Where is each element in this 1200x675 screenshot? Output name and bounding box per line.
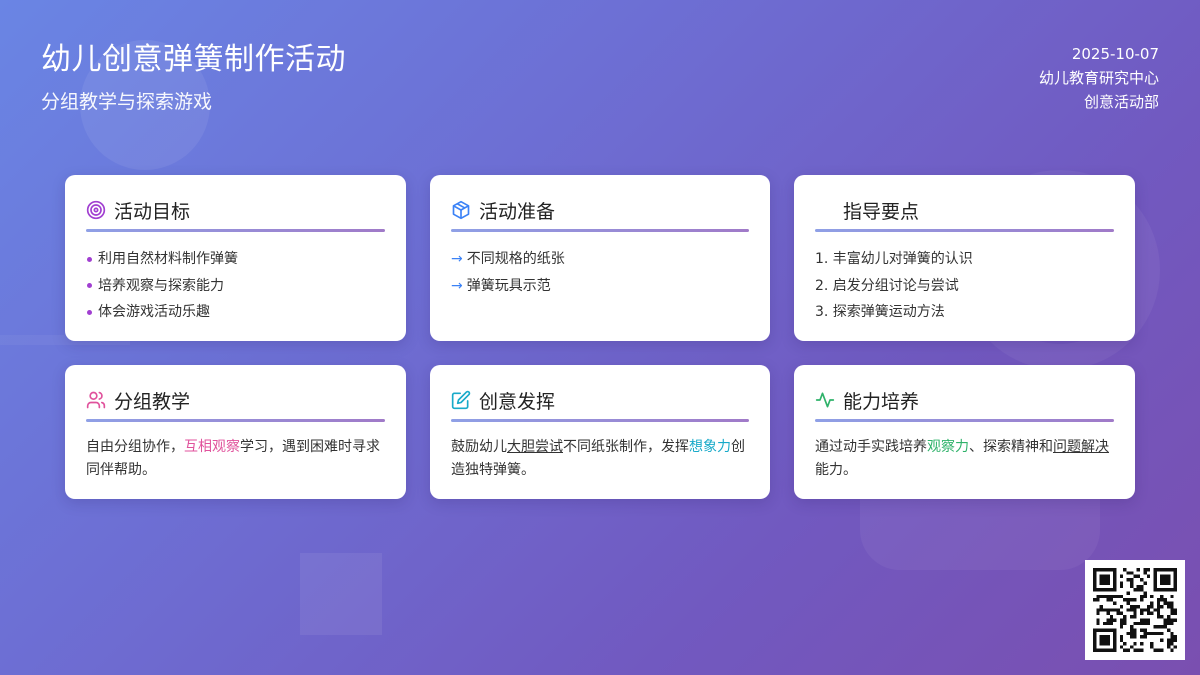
card-guide-title: 指导要点	[843, 200, 920, 223]
card-ability-header: 能力培养	[815, 387, 1114, 413]
qr-code-icon[interactable]	[1085, 560, 1185, 660]
list-item-text: 不同规格的纸张	[466, 251, 565, 267]
card-guide-header: 指导要点	[815, 197, 1114, 223]
bullet-dot	[87, 309, 92, 315]
card-guide: 指导要点 1. 丰富幼儿对弹簧的认识 2. 启发分组讨论与尝试 3. 探索弹簧运…	[794, 175, 1135, 341]
text-segment: 通过动手实践培养	[815, 439, 927, 455]
highlight-text: 观察力	[927, 439, 969, 455]
card-prep-title: 活动准备	[479, 200, 556, 223]
arrow-right-icon: →	[451, 251, 463, 267]
highlight-text: 想象力	[689, 439, 731, 455]
list-item-text: 培养观察与探索能力	[98, 277, 224, 294]
list-item-text: 体会游戏活动乐趣	[98, 304, 210, 320]
underlined-text: 大胆尝试	[507, 439, 563, 455]
card-group: 分组教学 自由分组协作，互相观察学习，遇到困难时寻求同伴帮助。	[65, 365, 406, 499]
list-item: 3. 探索弹簧运动方法	[815, 304, 945, 320]
card-group-header: 分组教学	[86, 387, 385, 413]
highlight-text: 互相观察	[184, 439, 240, 455]
bullet-dot	[87, 283, 92, 289]
list-item: 1. 丰富幼儿对弹簧的认识	[815, 251, 973, 267]
card-group-text: 自由分组协作，互相观察学习，遇到困难时寻求同伴帮助。	[86, 436, 385, 482]
list-item: → 弹簧玩具示范	[451, 273, 749, 300]
card-ability-title: 能力培养	[843, 390, 920, 413]
card-creative-text: 鼓励幼儿大胆尝试不同纸张制作，发挥想象力创造独特弹簧。	[451, 436, 749, 482]
page-subtitle: 分组教学与探索游戏	[41, 91, 213, 113]
list-item: 培养观察与探索能力	[86, 273, 385, 300]
card-divider	[815, 229, 1114, 232]
box-icon	[451, 200, 471, 220]
edit-icon	[451, 390, 471, 410]
blank-icon	[815, 200, 835, 220]
text-segment: 能力。	[815, 462, 857, 478]
list-item: 利用自然材料制作弹簧	[86, 246, 385, 273]
guide-list: 1. 丰富幼儿对弹簧的认识 2. 启发分组讨论与尝试 3. 探索弹簧运动方法	[815, 246, 1114, 326]
card-group-title: 分组教学	[114, 390, 191, 413]
card-divider	[86, 419, 385, 422]
list-item: → 不同规格的纸张	[451, 246, 749, 273]
card-creative-title: 创意发挥	[479, 390, 556, 413]
prep-list: → 不同规格的纸张 → 弹簧玩具示范	[451, 246, 749, 299]
card-divider	[86, 229, 385, 232]
list-item-text: 弹簧玩具示范	[466, 277, 551, 294]
text-segment: 不同纸张制作，发挥	[563, 439, 689, 455]
card-divider	[451, 229, 749, 232]
card-prep-header: 活动准备	[451, 197, 749, 223]
underlined-text: 问题解决	[1053, 439, 1109, 455]
page-header: 幼儿创意弹簧制作活动 分组教学与探索游戏	[41, 40, 346, 115]
bullet-dot	[87, 256, 92, 262]
card-divider	[815, 419, 1114, 422]
text-segment: 、探索精神和	[969, 439, 1053, 455]
text-segment: 自由分组协作，	[86, 439, 184, 455]
target-icon	[86, 200, 106, 220]
card-ability-text: 通过动手实践培养观察力、探索精神和问题解决能力。	[815, 436, 1114, 482]
card-goals-title: 活动目标	[114, 200, 191, 223]
card-creative: 创意发挥 鼓励幼儿大胆尝试不同纸张制作，发挥想象力创造独特弹簧。	[430, 365, 770, 499]
card-divider	[451, 419, 749, 422]
activity-icon	[815, 390, 835, 410]
card-goals: 活动目标 利用自然材料制作弹簧 培养观察与探索能力 体会游戏活动乐趣	[65, 175, 406, 341]
card-creative-header: 创意发挥	[451, 387, 749, 413]
list-item: 2. 启发分组讨论与尝试	[815, 277, 959, 294]
meta-org: 幼儿教育研究中心	[1038, 69, 1159, 87]
meta-dept: 创意活动部	[1083, 93, 1159, 111]
users-icon	[86, 390, 106, 410]
list-item-text: 利用自然材料制作弹簧	[98, 251, 238, 267]
arrow-right-icon: →	[451, 277, 463, 294]
page-title: 幼儿创意弹簧制作活动	[41, 42, 346, 77]
decorative-square	[300, 553, 382, 635]
goals-list: 利用自然材料制作弹簧 培养观察与探索能力 体会游戏活动乐趣	[86, 246, 385, 326]
card-goals-header: 活动目标	[86, 197, 385, 223]
meta-date: 2025-10-07	[1071, 45, 1159, 63]
list-item: 体会游戏活动乐趣	[86, 299, 385, 326]
qr-code-graphic	[1093, 568, 1177, 652]
page-meta: 2025-10-07 幼儿教育研究中心 创意活动部	[1039, 42, 1159, 114]
card-prep: 活动准备 → 不同规格的纸张 → 弹簧玩具示范	[430, 175, 770, 341]
text-segment: 鼓励幼儿	[451, 439, 507, 455]
card-ability: 能力培养 通过动手实践培养观察力、探索精神和问题解决能力。	[794, 365, 1135, 499]
